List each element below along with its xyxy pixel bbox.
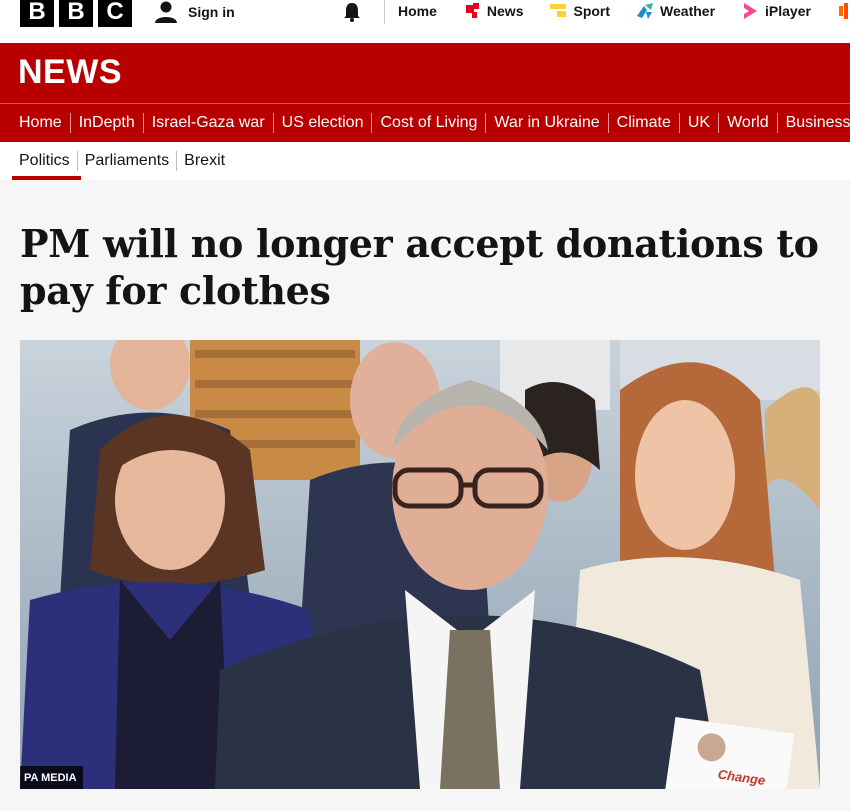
global-header: B B C Sign in Home News Sport Weather iP…	[0, 0, 850, 43]
sign-in-link[interactable]: Sign in	[154, 0, 235, 24]
user-icon	[155, 1, 177, 23]
nav-item-cost-of-living[interactable]: Cost of Living	[372, 113, 487, 133]
nav-item-us-election[interactable]: US election	[274, 113, 373, 133]
topnav-news[interactable]: News	[463, 2, 524, 20]
nav-item-business[interactable]: Business	[778, 113, 850, 133]
nav-item-home[interactable]: Home	[0, 113, 71, 133]
nav-item-world[interactable]: World	[719, 113, 778, 133]
article-hero-image: Change PA MEDIA	[20, 340, 820, 789]
topnav-label: Sport	[573, 3, 611, 19]
politics-subnav: Politics Parliaments Brexit	[0, 142, 850, 180]
subnav-item-parliaments[interactable]: Parliaments	[78, 151, 178, 171]
hero-photo: Change	[20, 340, 820, 789]
topnav-label: Home	[398, 3, 437, 19]
weather-icon	[637, 3, 654, 19]
bbc-logo-block: C	[98, 0, 132, 27]
topnav-label: Weather	[660, 3, 716, 19]
topnav-weather[interactable]: Weather	[636, 2, 715, 20]
topnav-home[interactable]: Home	[398, 3, 437, 19]
nav-item-indepth[interactable]: InDepth	[71, 113, 144, 133]
notifications-bell-icon[interactable]	[341, 1, 363, 23]
bbc-logo-block: B	[59, 0, 93, 27]
sport-icon	[550, 4, 567, 17]
news-masthead: NEWS	[0, 43, 850, 103]
topnav-iplayer[interactable]: iPlayer	[741, 2, 811, 20]
topnav-sport[interactable]: Sport	[549, 2, 610, 20]
sounds-icon	[838, 3, 848, 19]
subnav-item-politics[interactable]: Politics	[12, 151, 78, 171]
iplayer-icon	[744, 3, 758, 19]
news-navigation: Home InDepth Israel-Gaza war US election…	[0, 103, 850, 142]
nav-item-israel-gaza-war[interactable]: Israel-Gaza war	[144, 113, 274, 133]
bbc-logo-block: B	[20, 0, 54, 27]
topnav-sounds[interactable]	[837, 2, 850, 20]
nav-item-uk[interactable]: UK	[680, 113, 720, 133]
news-icon	[465, 3, 479, 18]
topnav-label: iPlayer	[765, 3, 811, 19]
article-headline: PM will no longer accept donations to pa…	[20, 221, 819, 313]
top-navigation: Home News Sport Weather iPlayer	[398, 0, 850, 22]
news-logo[interactable]: NEWS	[18, 53, 122, 92]
divider	[384, 0, 385, 24]
subnav-item-brexit[interactable]: Brexit	[177, 151, 232, 171]
bbc-logo[interactable]: B B C	[20, 0, 132, 27]
nav-item-climate[interactable]: Climate	[609, 113, 680, 133]
image-credit: PA MEDIA	[20, 766, 83, 789]
active-tab-indicator	[12, 176, 81, 180]
topnav-label: News	[486, 3, 524, 19]
nav-item-war-in-ukraine[interactable]: War in Ukraine	[486, 113, 609, 133]
sign-in-label: Sign in	[188, 4, 235, 20]
